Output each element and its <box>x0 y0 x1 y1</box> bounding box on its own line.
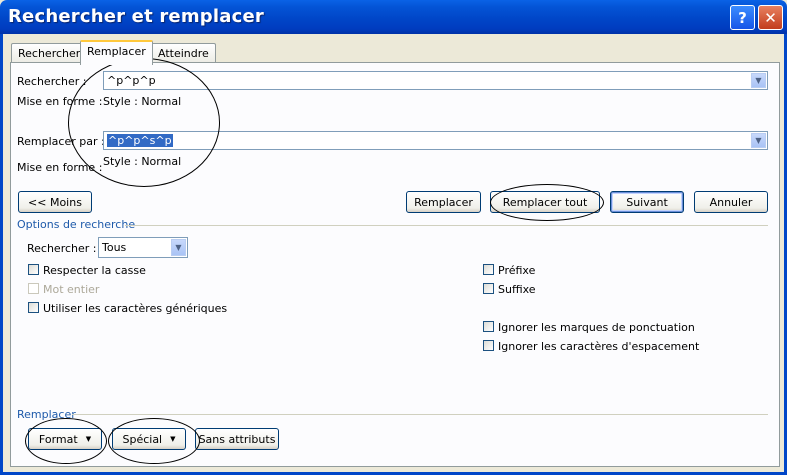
wildcards-label: Utiliser les caractères génériques <box>43 302 228 315</box>
less-button[interactable]: << Moins <box>18 191 92 213</box>
chevron-down-icon[interactable]: ▼ <box>171 239 186 256</box>
special-button-label: Spécial <box>122 432 163 446</box>
chevron-down-icon[interactable]: ▼ <box>751 133 766 148</box>
no-formatting-button[interactable]: Sans attributs <box>195 428 279 450</box>
tab-rechercher[interactable]: Rechercher <box>11 43 88 63</box>
search-direction-value: Tous <box>102 241 127 254</box>
ignore-spacing-checkbox[interactable] <box>483 340 494 351</box>
search-direction-select[interactable]: Tous ▼ <box>98 237 188 258</box>
format-button[interactable]: Format ▼ <box>28 428 102 450</box>
replace-label: Remplacer par : <box>17 135 105 148</box>
title-bar: Rechercher et remplacer ? ✕ <box>0 0 787 34</box>
options-section-title: Options de recherche <box>17 218 136 231</box>
replace-format-value: Style : Normal <box>103 155 182 168</box>
replace-section-title: Remplacer <box>17 408 76 421</box>
tab-atteindre[interactable]: Atteindre <box>151 43 216 63</box>
wildcards-checkbox[interactable] <box>28 302 39 313</box>
next-button[interactable]: Suivant <box>610 191 684 213</box>
section-divider <box>72 414 768 415</box>
cancel-button[interactable]: Annuler <box>694 191 768 213</box>
find-format-value: Style : Normal <box>103 95 182 108</box>
replace-button[interactable]: Remplacer <box>406 191 481 213</box>
find-format-label: Mise en forme : <box>17 95 103 108</box>
whole-word-checkbox <box>28 283 39 294</box>
match-case-checkbox[interactable] <box>28 264 39 275</box>
find-input[interactable]: ^p^p^p ▼ <box>103 71 768 90</box>
match-case-label: Respecter la casse <box>43 264 146 277</box>
replace-format-label: Mise en forme : <box>17 161 103 174</box>
ignore-punctuation-label: Ignorer les marques de ponctuation <box>498 321 695 334</box>
chevron-down-icon[interactable]: ▼ <box>751 73 766 88</box>
tab-remplacer[interactable]: Remplacer <box>80 40 153 65</box>
prefix-label: Préfixe <box>498 264 536 277</box>
replace-input-value: ^p^p^s^p <box>107 134 173 147</box>
special-button[interactable]: Spécial ▼ <box>112 428 186 450</box>
ignore-spacing-label: Ignorer les caractères d'espacement <box>498 340 700 353</box>
prefix-checkbox[interactable] <box>483 264 494 275</box>
dropdown-arrow-icon: ▼ <box>170 435 176 443</box>
format-button-label: Format <box>38 432 78 446</box>
close-icon[interactable]: ✕ <box>758 5 783 30</box>
find-label: Rechercher : <box>17 75 87 88</box>
dropdown-arrow-icon: ▼ <box>85 435 92 443</box>
window-title: Rechercher et remplacer <box>8 6 264 27</box>
replace-input[interactable]: ^p^p^s^p ▼ <box>103 131 768 150</box>
help-icon[interactable]: ? <box>730 5 755 30</box>
find-input-value: ^p^p^p <box>107 74 156 87</box>
ignore-punctuation-checkbox[interactable] <box>483 321 494 332</box>
replace-all-button[interactable]: Remplacer tout <box>490 191 600 213</box>
suffix-label: Suffixe <box>498 283 536 296</box>
section-divider <box>125 225 768 226</box>
suffix-checkbox[interactable] <box>483 283 494 294</box>
search-direction-label: Rechercher : <box>27 242 97 255</box>
whole-word-label: Mot entier <box>43 283 100 296</box>
